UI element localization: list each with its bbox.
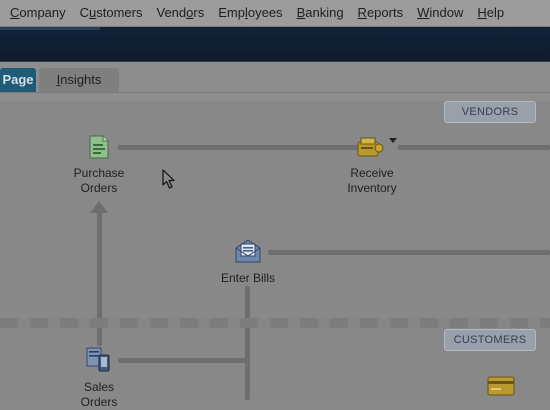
credit-card-icon[interactable]: [487, 376, 515, 401]
connector-po-to-receive: [118, 145, 358, 150]
toolbar-strip: [0, 27, 550, 62]
arrow-up-icon: [90, 201, 108, 213]
enter-bills-icon[interactable]: [235, 239, 261, 268]
sales-orders-icon[interactable]: [86, 346, 112, 377]
menu-banking[interactable]: Banking: [297, 0, 350, 26]
connector-receive-right: [398, 145, 550, 150]
area-top-strip: [0, 93, 550, 101]
menu-bar: Company Customers Vendors Employees Bank…: [0, 0, 550, 27]
receive-inventory-label[interactable]: Receive Inventory: [337, 166, 407, 196]
sales-orders-label[interactable]: Sales Orders: [64, 380, 134, 410]
menu-window[interactable]: Window: [417, 0, 469, 26]
purchase-order-icon[interactable]: [88, 135, 110, 164]
connector-sales-right: [118, 358, 248, 363]
menu-customers[interactable]: Customers: [80, 0, 149, 26]
receive-inventory-icon[interactable]: [357, 136, 385, 163]
tab-bar: Page Insights: [0, 62, 550, 93]
menu-company[interactable]: Company: [0, 0, 72, 26]
customers-section-label: CUSTOMERS: [444, 329, 536, 351]
tab-home-page[interactable]: Page: [0, 68, 36, 92]
section-divider: [0, 318, 550, 328]
connector-bills-right: [268, 250, 550, 255]
menu-reports[interactable]: Reports: [358, 0, 410, 26]
menu-help[interactable]: Help: [477, 0, 510, 26]
connector-bills-down: [245, 286, 250, 400]
vendors-section-label: VENDORS: [444, 101, 536, 123]
purchase-orders-label[interactable]: Purchase Orders: [64, 166, 134, 196]
mouse-cursor-icon: [162, 169, 176, 194]
menu-vendors[interactable]: Vendors: [157, 0, 211, 26]
tab-insights[interactable]: Insights: [39, 68, 119, 92]
menu-employees[interactable]: Employees: [218, 0, 288, 26]
toolbar-highlight: [0, 27, 100, 30]
chevron-down-icon[interactable]: [389, 138, 397, 143]
enter-bills-label[interactable]: Enter Bills: [208, 271, 288, 286]
home-workflow-area: VENDORS Purchase Orders Receive Inventor…: [0, 93, 550, 409]
